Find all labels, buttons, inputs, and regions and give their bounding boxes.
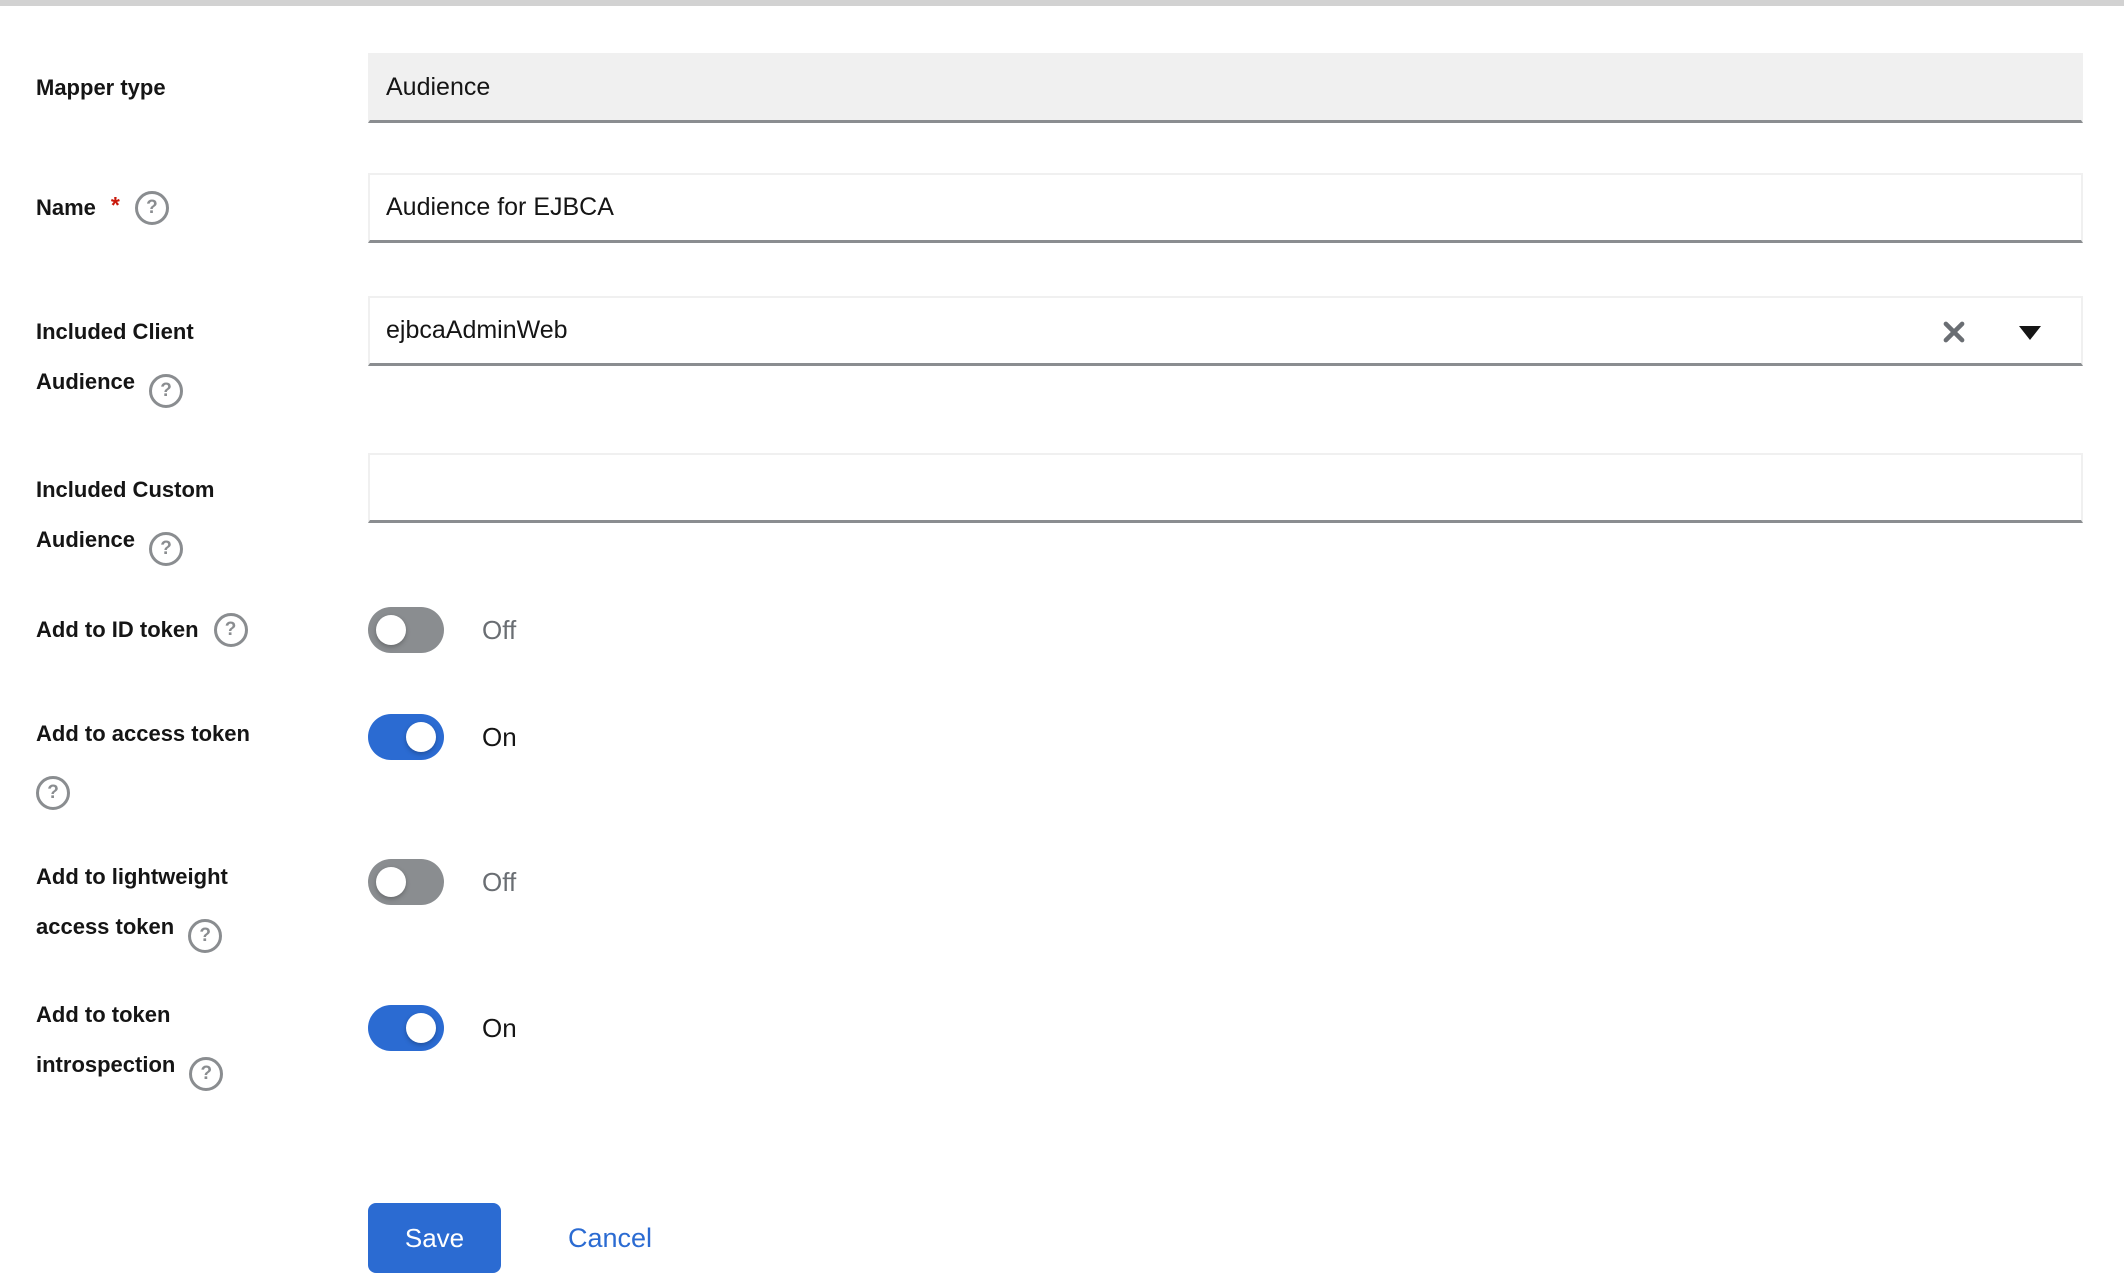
add-to-access-token-label: Add to access token ? [36,709,250,812]
add-to-lightweight-label-line2: access token [36,914,174,939]
help-icon[interactable]: ? [189,1057,223,1091]
add-to-id-token-label-text: Add to ID token [36,617,199,643]
switch-knob [376,867,406,897]
add-to-token-introspection-label: Add to token introspection? [36,990,223,1093]
add-to-lightweight-access-token-state: Off [482,859,516,905]
add-to-token-introspection-switch[interactable] [368,1005,444,1051]
add-to-token-introspection-label-line2: introspection [36,1052,175,1077]
add-to-id-token-label: Add to ID token ? [36,595,248,665]
switch-knob [376,615,406,645]
selected-client-audience: ejbcaAdminWeb [386,316,568,345]
top-divider [0,0,2124,6]
switch-knob [406,1013,436,1043]
add-to-access-token-state: On [482,714,517,760]
included-custom-audience-label-line2: Audience [36,527,135,552]
add-to-token-introspection-label-line1: Add to token [36,1002,170,1027]
included-custom-audience-input[interactable] [368,453,2083,523]
add-to-id-token-switch[interactable] [368,607,444,653]
help-icon[interactable]: ? [135,191,169,225]
help-icon[interactable]: ? [36,776,70,810]
included-client-audience-label-line2: Audience [36,369,135,394]
included-client-audience-label: Included Client Audience? [36,307,194,410]
included-custom-audience-label-line1: Included Custom [36,477,214,502]
included-client-audience-select[interactable]: ejbcaAdminWeb [368,296,2083,366]
add-to-access-token-switch[interactable] [368,714,444,760]
included-client-audience-label-line1: Included Client [36,319,194,344]
help-icon[interactable]: ? [149,532,183,566]
add-to-lightweight-label-line1: Add to lightweight [36,864,228,889]
add-to-lightweight-access-token-label: Add to lightweight access token? [36,852,228,955]
mapper-type-label: Mapper type [36,53,166,123]
help-icon[interactable]: ? [188,919,222,953]
help-icon[interactable]: ? [149,374,183,408]
mapper-type-label-text: Mapper type [36,75,166,101]
help-icon[interactable]: ? [214,613,248,647]
caret-down-icon [2019,326,2041,340]
save-button[interactable]: Save [368,1203,501,1273]
clear-selection-icon[interactable] [1939,317,1969,347]
add-to-access-token-label-text: Add to access token [36,721,250,746]
name-label-text: Name [36,195,96,221]
audience-mapper-form: Mapper type Name * ? Included Client Aud… [0,0,2124,1288]
add-to-lightweight-access-token-switch[interactable] [368,859,444,905]
add-to-token-introspection-state: On [482,1005,517,1051]
cancel-button[interactable]: Cancel [568,1203,652,1273]
mapper-type-field [368,53,2083,123]
required-asterisk: * [111,192,120,219]
add-to-id-token-state: Off [482,607,516,653]
name-label: Name * ? [36,173,169,243]
name-input[interactable] [368,173,2083,243]
switch-knob [406,722,436,752]
included-custom-audience-label: Included Custom Audience? [36,465,214,568]
